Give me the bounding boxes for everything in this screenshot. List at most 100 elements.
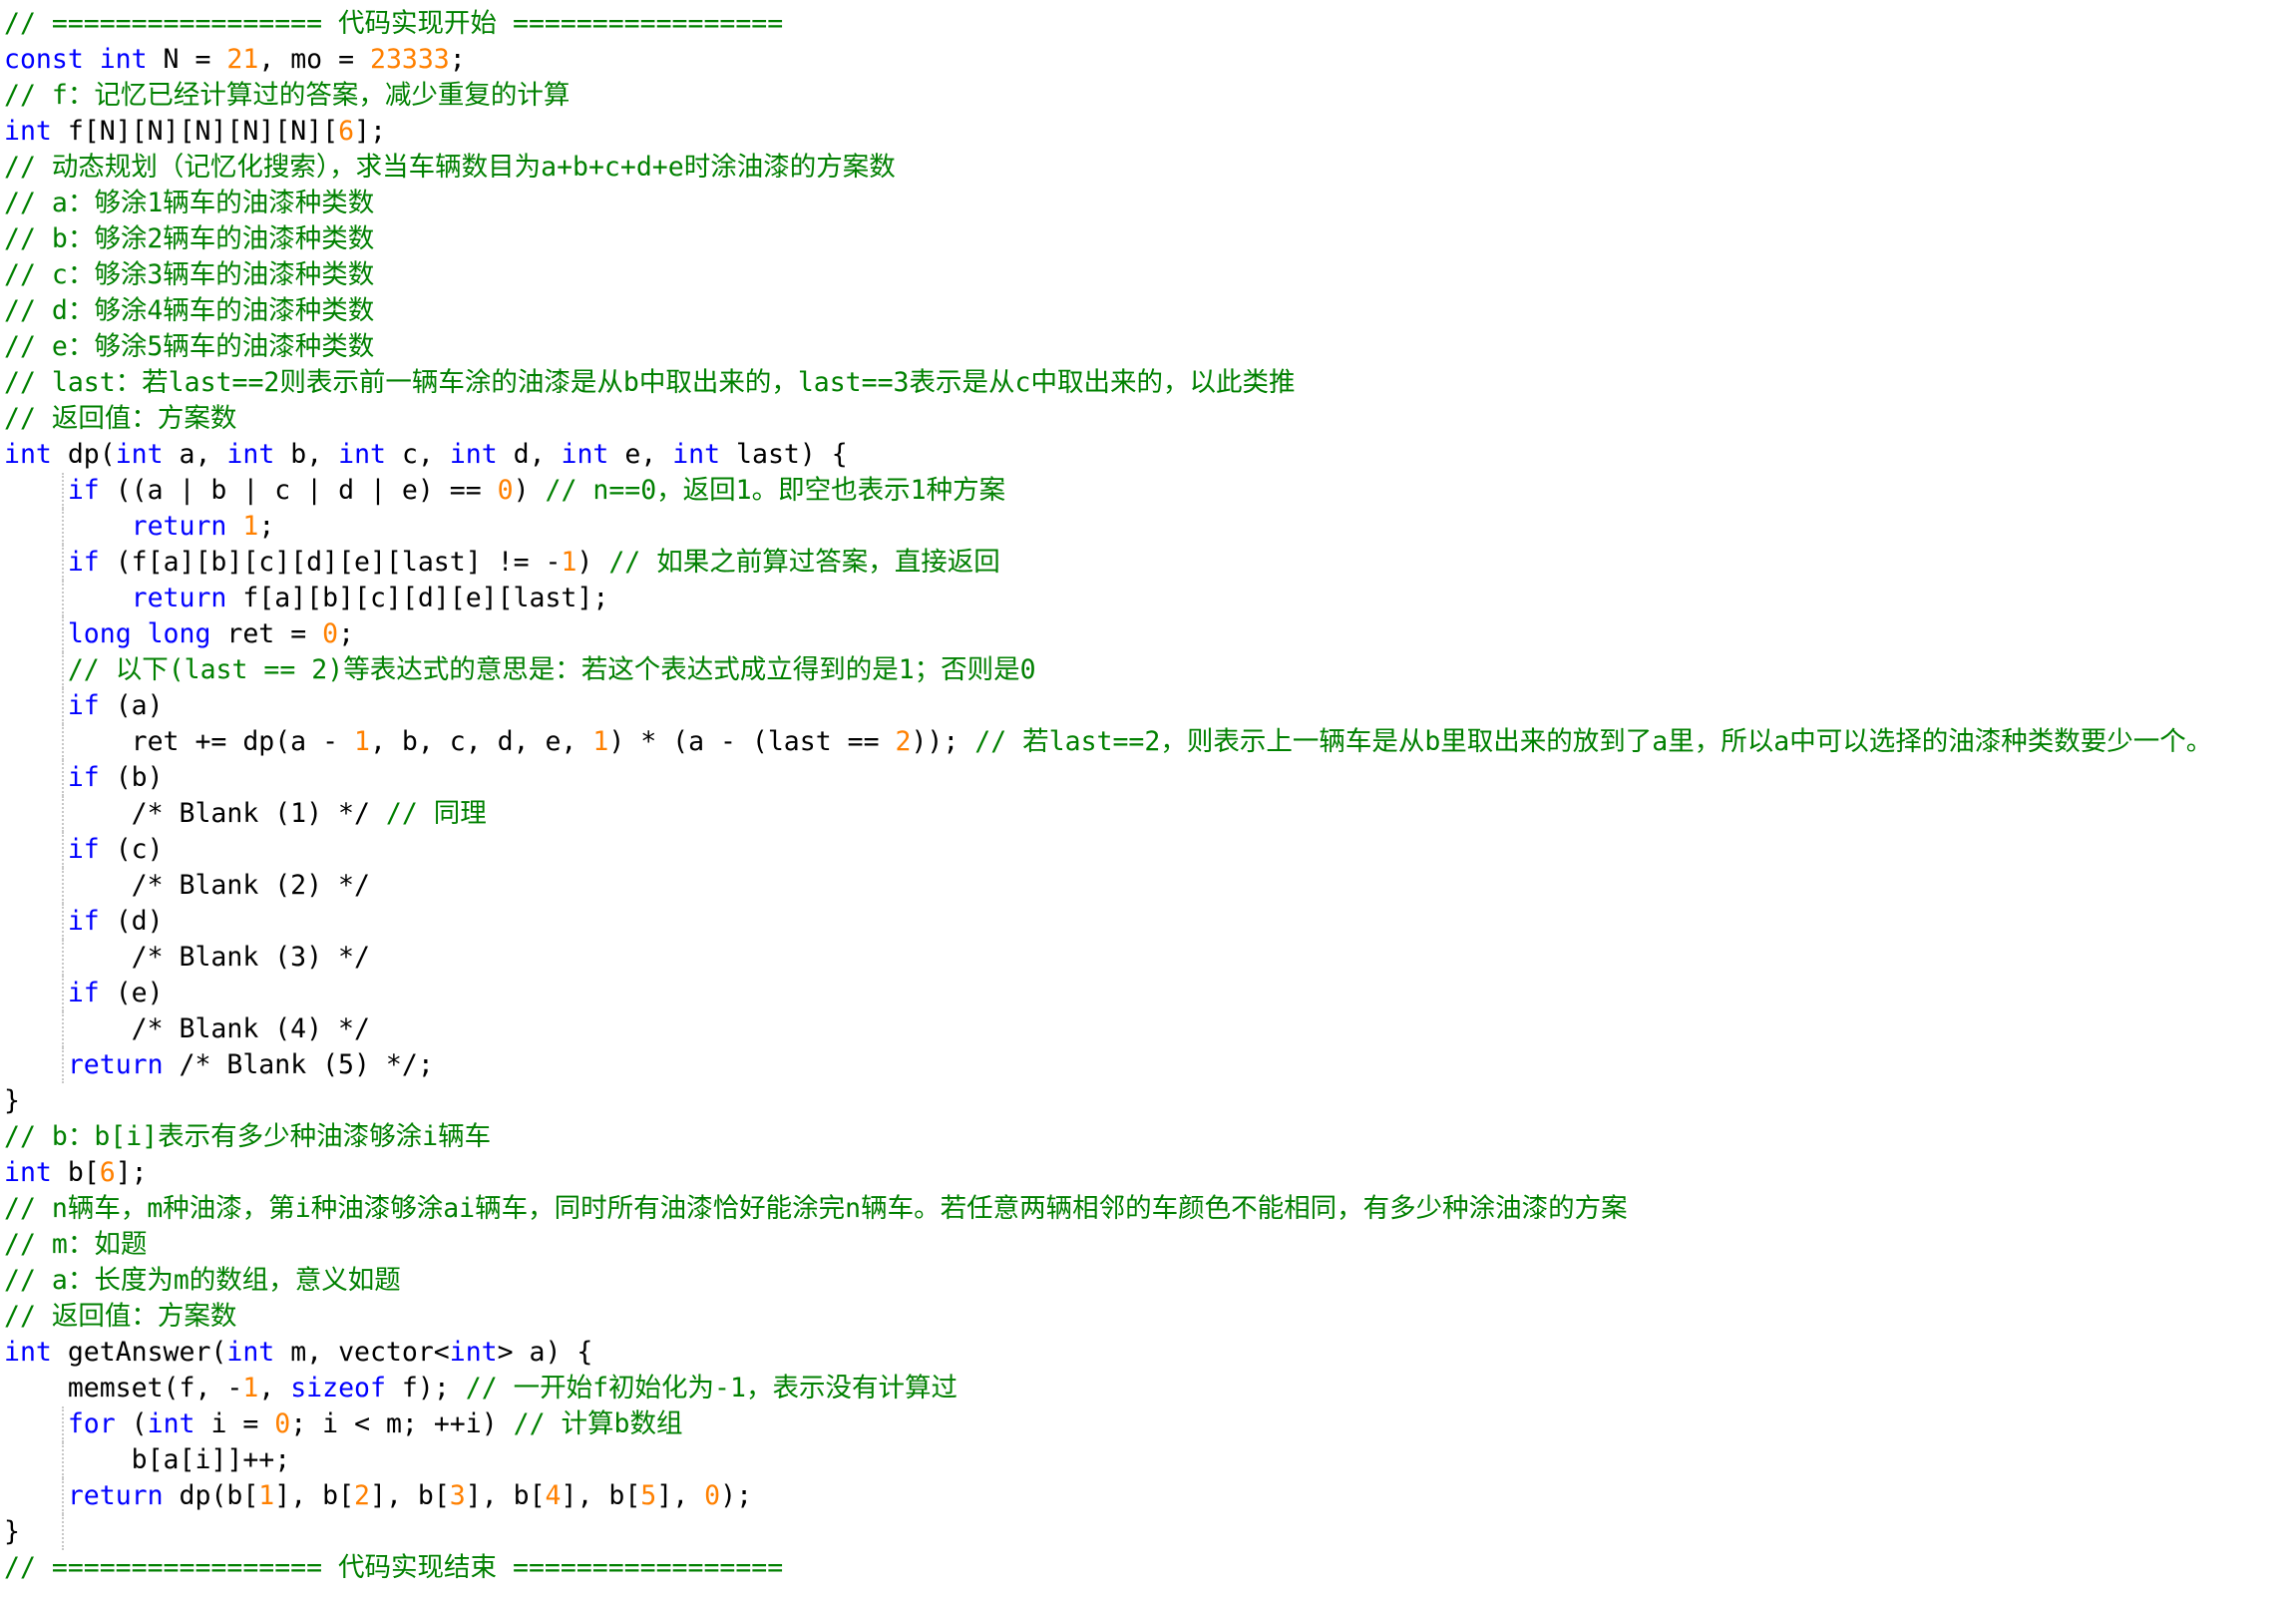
code-keyword: int <box>449 1337 498 1368</box>
code-line: if (a) <box>4 688 2296 724</box>
indent-guide <box>62 976 64 1011</box>
code-line: ret += dp(a - 1, b, c, d, e, 1) * (a - (… <box>4 724 2296 760</box>
code-comment: // last：若last==2则表示前一辆车涂的油漆是从b中取出来的，last… <box>4 367 1296 398</box>
code-text: (c) <box>99 834 164 865</box>
code-line: // 动态规划（记忆化搜索），求当车辆数目为a+b+c+d+e时涂油漆的方案数 <box>4 150 2296 186</box>
code-comment: // 以下(last == 2)等表达式的意思是：若这个表达式成立得到的是1；否… <box>67 654 1036 685</box>
code-comment: // 若last==2，则表示上一辆车是从b里取出来的放到了a里，所以a中可以选… <box>974 726 2213 757</box>
code-keyword: int <box>4 116 52 147</box>
code-text: memset(f, - <box>4 1373 243 1403</box>
code-text: } <box>4 1085 20 1116</box>
code-comment: // c：够涂3辆车的油漆种类数 <box>4 259 375 290</box>
code-text: f[a][b][c][d][e][last]; <box>226 583 609 613</box>
code-keyword: if <box>67 475 100 506</box>
code-text: ], b[ <box>274 1480 355 1511</box>
code-keyword: for <box>67 1408 116 1439</box>
code-number: 1 <box>242 1373 259 1403</box>
code-comment: // ================= 代码实现开始 ============… <box>4 8 784 39</box>
code-keyword: return <box>131 583 227 613</box>
code-line: // e：够涂5辆车的油漆种类数 <box>4 329 2296 365</box>
code-text: ) * (a - (last == <box>608 726 896 757</box>
code-line: return 1; <box>4 509 2296 545</box>
code-keyword: return <box>67 1049 164 1080</box>
code-keyword: int <box>449 439 498 470</box>
code-line: // b：b[i]表示有多少种油漆够涂i辆车 <box>4 1119 2296 1155</box>
code-text: ) <box>513 475 546 506</box>
code-line: // b：够涂2辆车的油漆种类数 <box>4 221 2296 257</box>
code-text: b, <box>274 439 339 470</box>
code-line: b[a[i]]++; <box>4 1442 2296 1478</box>
indent-guide <box>62 904 64 940</box>
code-text: )); <box>911 726 975 757</box>
code-text: f[N][N][N][N][N][ <box>51 116 339 147</box>
code-text: } <box>4 1516 20 1547</box>
code-number: 1 <box>354 726 370 757</box>
code-text: (e) <box>99 978 164 1008</box>
code-line: const int N = 21, mo = 23333; <box>4 42 2296 78</box>
indent-guide <box>62 940 64 976</box>
code-line: /* Blank (2) */ <box>4 868 2296 904</box>
code-number: 23333 <box>369 44 450 75</box>
code-number: 0 <box>497 475 514 506</box>
code-line: // c：够涂3辆车的油漆种类数 <box>4 257 2296 293</box>
code-editor[interactable]: // ================= 代码实现开始 ============… <box>0 0 2296 1602</box>
code-text: last) { <box>720 439 848 470</box>
code-line: // m：如题 <box>4 1227 2296 1263</box>
code-keyword: int <box>338 439 386 470</box>
code-comment: // m：如题 <box>4 1229 148 1260</box>
code-line: return /* Blank (5) */; <box>4 1047 2296 1083</box>
code-line: // ================= 代码实现开始 ============… <box>4 6 2296 42</box>
code-text: c, <box>385 439 450 470</box>
code-keyword: int <box>561 439 609 470</box>
indent-guide <box>62 581 64 616</box>
code-number: 1 <box>561 547 577 578</box>
code-number: 6 <box>338 116 355 147</box>
indent-guide <box>62 760 64 796</box>
code-keyword: int <box>4 1157 52 1188</box>
code-text: ]; <box>115 1157 148 1188</box>
code-comment: // 动态规划（记忆化搜索），求当车辆数目为a+b+c+d+e时涂油漆的方案数 <box>4 152 896 183</box>
indent-guide <box>62 724 64 760</box>
code-text: (d) <box>99 906 164 937</box>
indent-guide <box>62 473 64 509</box>
code-text: d, <box>497 439 562 470</box>
code-text: m, vector< <box>274 1337 450 1368</box>
code-comment: // 同理 <box>385 798 487 829</box>
code-line: long long ret = 0; <box>4 616 2296 652</box>
code-line: int b[6]; <box>4 1155 2296 1191</box>
code-comment: // b：b[i]表示有多少种油漆够涂i辆车 <box>4 1121 492 1152</box>
indent-guide <box>62 616 64 652</box>
code-text: (a) <box>99 690 164 721</box>
code-text: f); <box>385 1373 466 1403</box>
code-text: /* Blank (2) */ <box>4 870 370 901</box>
indent-guide <box>62 1442 64 1478</box>
code-keyword: long long <box>67 618 211 649</box>
code-line: // 返回值：方案数 <box>4 401 2296 437</box>
indent-guide <box>62 1514 64 1550</box>
code-line: int dp(int a, int b, int c, int d, int e… <box>4 437 2296 473</box>
code-text: b[a[i]]++; <box>4 1444 291 1475</box>
code-text: a, <box>163 439 227 470</box>
code-text: /* Blank (3) */ <box>4 942 370 973</box>
code-line: // ================= 代码实现结束 ============… <box>4 1550 2296 1586</box>
code-line: return f[a][b][c][d][e][last]; <box>4 581 2296 616</box>
code-keyword: int <box>226 1337 275 1368</box>
code-number: 2 <box>354 1480 371 1511</box>
code-text: ], <box>656 1480 705 1511</box>
indent-guide <box>62 1047 64 1083</box>
code-keyword: if <box>67 834 100 865</box>
code-comment: // f：记忆已经计算过的答案，减少重复的计算 <box>4 80 571 111</box>
code-keyword: int <box>147 1408 195 1439</box>
code-line: if (b) <box>4 760 2296 796</box>
indent-guide <box>62 1406 64 1442</box>
indent-guide <box>62 832 64 868</box>
